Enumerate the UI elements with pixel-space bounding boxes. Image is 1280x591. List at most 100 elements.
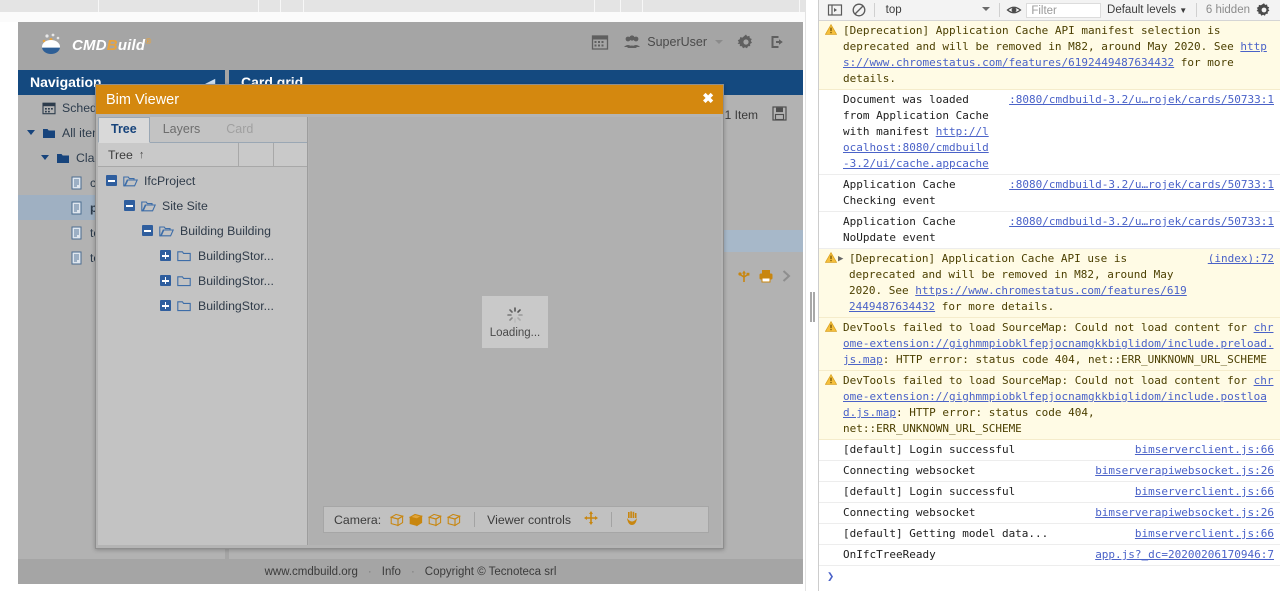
console-message[interactable]: Application Cache NoUpdate event :8080/cm… [819, 212, 1280, 249]
devtools-console-toolbar: top Filter Default levels ▼ 6 hidden [819, 0, 1280, 21]
console-source-link[interactable]: bimserverapiwebsocket.js:26 [1095, 463, 1274, 479]
chevron-right-icon[interactable] [780, 269, 793, 288]
spinner-icon [506, 306, 524, 324]
camera-view-1-icon[interactable] [389, 512, 405, 528]
console-message[interactable]: Document was loaded from Application Cac… [819, 90, 1280, 175]
gear-icon[interactable] [737, 33, 755, 51]
tree-node[interactable]: IfcProject [98, 168, 307, 193]
usb-attachment-icon[interactable] [736, 268, 752, 289]
move-arrows-icon[interactable] [583, 510, 599, 529]
chevron-down-icon[interactable] [26, 130, 36, 135]
console-text: Application Cache NoUpdate event [843, 215, 956, 244]
camera-buttons [389, 512, 462, 528]
console-filter-input[interactable]: Filter [1026, 2, 1102, 18]
console-source-link[interactable]: :8080/cmdbuild-3.2/u…rojek/cards/50733:1 [1009, 92, 1274, 108]
card-grid-meta: 1 Item [725, 106, 787, 124]
console-source-link[interactable]: bimserverclient.js:66 [1135, 484, 1274, 500]
floppy-save-icon[interactable] [772, 106, 787, 124]
console-source-link[interactable]: (index):72 [1208, 251, 1274, 267]
bim-3d-canvas[interactable]: Loading... Camera: Viewer controls [309, 117, 721, 545]
expand-arrow-icon[interactable]: ▶ [838, 252, 843, 266]
console-message[interactable]: [default] Login successful bimserverclien… [819, 482, 1280, 503]
tab-tree[interactable]: Tree [98, 117, 150, 143]
bim-viewer-toolbar: Camera: Viewer controls [323, 506, 709, 533]
footer-site-link[interactable]: www.cmdbuild.org [265, 566, 358, 578]
folder-open-icon [123, 175, 139, 187]
column-divider-2[interactable] [273, 143, 274, 166]
toolbar-segment-divider-1 [97, 0, 99, 12]
printer-icon[interactable] [758, 268, 774, 289]
folder-open-icon [141, 200, 157, 212]
console-message[interactable]: Connecting websocket bimserverapiwebsocke… [819, 503, 1280, 524]
tree-column-header[interactable]: Tree ↑ [98, 143, 307, 167]
expand-node-icon[interactable] [160, 300, 171, 311]
expand-node-icon[interactable] [160, 250, 171, 261]
tree-node[interactable]: BuildingStor... [98, 268, 307, 293]
chevron-down-icon [981, 7, 990, 11]
toolbar-segment-divider-4 [302, 0, 304, 12]
console-message[interactable]: DevTools failed to load SourceMap: Could… [819, 371, 1280, 440]
footer-info-link[interactable]: Info [382, 566, 401, 578]
devtools-drag-handle[interactable] [810, 292, 815, 322]
devtools-resizer[interactable] [805, 0, 818, 591]
camera-view-3-icon[interactable] [427, 512, 443, 528]
console-source-link[interactable]: bimserverclient.js:66 [1135, 442, 1274, 458]
console-text: : HTTP error: status code 404, net::ERR_… [882, 353, 1267, 366]
console-source-link[interactable]: bimserverapiwebsocket.js:26 [1095, 505, 1274, 521]
console-message[interactable]: OnIfcTreeReady app.js?_dc=20200206170946:… [819, 545, 1280, 566]
console-message[interactable]: ▶ [Deprecation] Application Cache API use… [819, 249, 1280, 318]
console-source-link[interactable]: :8080/cmdbuild-3.2/u…rojek/cards/50733:1 [1009, 177, 1274, 193]
tree-node[interactable]: Site Site [98, 193, 307, 218]
console-source-link[interactable]: bimserverclient.js:66 [1135, 526, 1274, 542]
console-source-link[interactable]: :8080/cmdbuild-3.2/u…rojek/cards/50733:1 [1009, 214, 1274, 230]
settings-gear-icon[interactable] [1256, 2, 1272, 18]
console-message-text: [default] Getting model data... [843, 526, 1117, 542]
console-message[interactable]: [Deprecation] Application Cache API mani… [819, 21, 1280, 90]
console-message-text: [Deprecation] Application Cache API mani… [843, 23, 1274, 87]
console-message[interactable]: Application Cache Checking event:8080/cm… [819, 175, 1280, 212]
execution-context-selector[interactable]: top [878, 0, 996, 20]
hand-grab-icon[interactable] [624, 510, 640, 529]
document-icon [70, 251, 84, 265]
expand-node-icon[interactable] [160, 275, 171, 286]
console-message[interactable]: Connecting websocket bimserverapiwebsocke… [819, 461, 1280, 482]
collapse-node-icon[interactable] [106, 175, 117, 186]
navigation-title-label: Navigation [30, 74, 102, 90]
collapse-node-icon[interactable] [142, 225, 153, 236]
tree-node-label: Building Building [180, 223, 271, 238]
column-divider-1[interactable] [238, 143, 239, 166]
web-page-viewport: CMDBuild® SuperUser Navigation ◀ Schedul… [0, 22, 818, 591]
chevron-down-icon[interactable] [40, 155, 50, 160]
console-text: [Deprecation] Application Cache API mani… [843, 24, 1241, 53]
close-icon[interactable]: ✖ [702, 91, 714, 105]
log-levels-dropdown[interactable]: Default levels ▼ [1101, 4, 1193, 16]
console-text: for more details. [935, 300, 1055, 313]
console-message-text: DevTools failed to load SourceMap: Could… [843, 373, 1274, 437]
calendar-icon[interactable] [591, 33, 609, 51]
logo-text-b: B [106, 36, 118, 54]
console-message[interactable]: DevTools failed to load SourceMap: Could… [819, 318, 1280, 371]
console-source-link[interactable]: app.js?_dc=20200206170946:7 [1095, 547, 1274, 563]
camera-view-4-icon[interactable] [446, 512, 462, 528]
tab-layers[interactable]: Layers [150, 117, 214, 143]
tree-node[interactable]: BuildingStor... [98, 243, 307, 268]
document-icon [70, 201, 84, 215]
user-menu[interactable]: SuperUser [623, 33, 723, 51]
devtools-console-panel: top Filter Default levels ▼ 6 hidden [De… [818, 0, 1280, 591]
camera-view-2-icon[interactable] [408, 512, 424, 528]
console-message[interactable]: [default] Login successful bimserverclien… [819, 440, 1280, 461]
bim-viewer-titlebar[interactable]: Bim Viewer ✖ [96, 85, 723, 114]
toolbar-separator-2 [611, 512, 612, 527]
clear-console-icon[interactable] [851, 2, 867, 18]
browser-toolbar-strip [0, 0, 818, 12]
logout-icon[interactable] [769, 33, 787, 51]
show-console-sidebar-icon[interactable] [827, 2, 843, 18]
collapse-node-icon[interactable] [124, 200, 135, 211]
tree-node[interactable]: BuildingStor... [98, 293, 307, 318]
console-prompt[interactable]: ❯ [819, 566, 1280, 586]
console-message[interactable]: [default] Getting model data... bimserver… [819, 524, 1280, 545]
warning-triangle-icon [824, 251, 838, 263]
live-expression-eye-icon[interactable] [1006, 2, 1022, 18]
tree-node[interactable]: Building Building [98, 218, 307, 243]
console-message-list: [Deprecation] Application Cache API mani… [819, 21, 1280, 591]
